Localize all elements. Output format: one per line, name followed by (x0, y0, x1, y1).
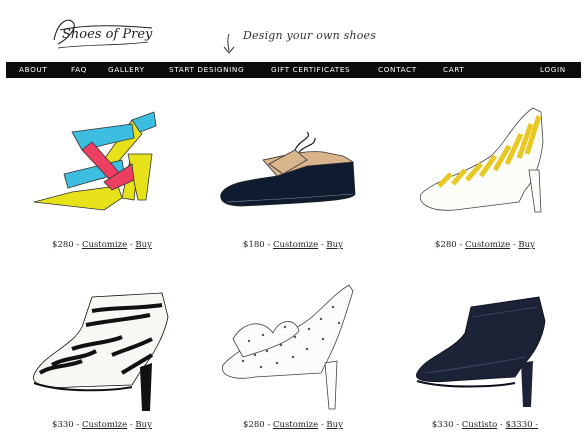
product-caption: $330 - Customize - Buy (12, 420, 192, 430)
zebra-boot-image[interactable] (12, 277, 192, 417)
product-card: $330 - Customize - Buy (12, 277, 192, 447)
product-price: $280 (435, 240, 457, 250)
product-price: $180 (243, 240, 265, 250)
customize-link[interactable]: Customize (273, 240, 318, 250)
buy-link[interactable]: Buy (135, 240, 152, 250)
buy-link[interactable]: Buy (518, 240, 535, 250)
product-card: $330 - Custisto - $3330 - (395, 277, 575, 447)
product-caption: $280 - Customize - Buy (203, 420, 383, 430)
nav-about[interactable]: ABOUT (19, 65, 47, 74)
product-caption: $280 - Customize - Buy (395, 240, 575, 250)
buy-link[interactable]: Buy (135, 420, 152, 430)
product-price: $280 (52, 240, 74, 250)
product-card: $280 - Customize - Buy (395, 90, 575, 260)
product-caption: $280 - Customize - Buy (12, 240, 192, 250)
product-price: $280 (243, 420, 265, 430)
navy-boot-image[interactable] (395, 277, 575, 417)
shoes-of-prey-logo[interactable]: Shoes of Prey (48, 10, 158, 56)
product-price: $330 (431, 420, 454, 430)
striped-pump-image[interactable] (395, 90, 575, 230)
nav-cart[interactable]: CART (443, 65, 464, 74)
nav-faq[interactable]: FAQ (71, 65, 87, 74)
customize-link[interactable]: Customize (82, 420, 127, 430)
product-caption: $180 - Customize - Buy (203, 240, 383, 250)
product-card: $280 - Customize - Buy (203, 277, 383, 447)
arrow-icon (223, 33, 235, 54)
site-header: Shoes of Prey Design your own shoes (0, 0, 587, 60)
customize-link[interactable]: Customize (273, 420, 318, 430)
brogue-shoe-image[interactable] (203, 90, 383, 230)
buy-link[interactable]: Buy (326, 240, 343, 250)
nav-login[interactable]: LOGIN (540, 65, 566, 74)
tagline: Design your own shoes (243, 29, 377, 42)
polka-dot-sandal-image[interactable] (203, 277, 383, 417)
nav-contact[interactable]: CONTACT (378, 65, 417, 74)
buy-link[interactable]: Buy (326, 420, 343, 430)
buy-link[interactable]: $3330 - (505, 420, 538, 430)
link-separator: - (499, 420, 503, 430)
strappy-sandal-image[interactable] (12, 90, 192, 230)
product-caption: $330 - Custisto - $3330 - (395, 420, 575, 430)
nav-gift-certificates[interactable]: GIFT CERTIFICATES (271, 65, 350, 74)
nav-gallery[interactable]: GALLERY (108, 65, 145, 74)
customize-link[interactable]: Customize (465, 240, 510, 250)
customize-link[interactable]: Customize (82, 240, 127, 250)
nav-start-designing[interactable]: START DESIGNING (169, 65, 244, 74)
main-nav: ABOUT FAQ GALLERY START DESIGNING GIFT C… (6, 62, 581, 78)
product-price: $330 (52, 420, 74, 430)
product-card: $180 - Customize - Buy (203, 90, 383, 260)
product-card: $280 - Customize - Buy (12, 90, 192, 260)
logo-text: Shoes of Prey (62, 27, 153, 42)
customize-link[interactable]: Custisto (462, 420, 497, 430)
